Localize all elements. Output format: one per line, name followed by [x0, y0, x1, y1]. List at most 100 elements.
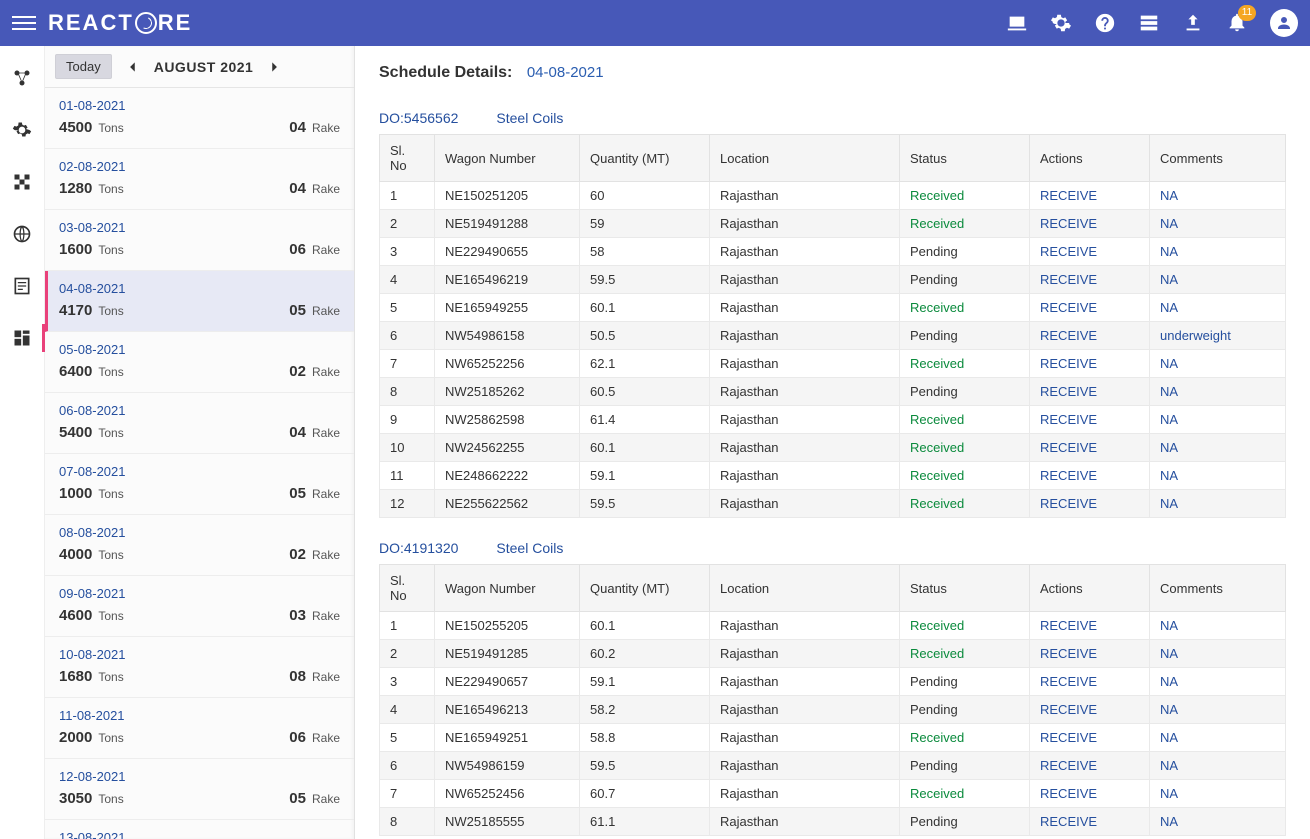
laptop-icon[interactable] [1006, 12, 1028, 34]
date-list-item[interactable]: 07-08-20211000Tons05Rake [45, 454, 354, 515]
receive-action[interactable]: RECEIVE [1040, 496, 1097, 511]
receive-action[interactable]: RECEIVE [1040, 814, 1097, 829]
comment-link[interactable]: NA [1160, 272, 1178, 287]
date-list-item[interactable]: 08-08-20214000Tons02Rake [45, 515, 354, 576]
comment-link[interactable]: NA [1160, 244, 1178, 259]
date-item-rake: 03 [289, 607, 306, 624]
receive-action[interactable]: RECEIVE [1040, 468, 1097, 483]
receive-action[interactable]: RECEIVE [1040, 758, 1097, 773]
rail-item-settings[interactable] [0, 116, 44, 144]
table-row: 10NW2456225560.1RajasthanReceivedRECEIVE… [380, 434, 1286, 462]
notifications-button[interactable]: 11 [1226, 11, 1248, 36]
date-list-item[interactable]: 01-08-20214500Tons04Rake [45, 88, 354, 149]
date-list-item[interactable]: 06-08-20215400Tons04Rake [45, 393, 354, 454]
date-list-item[interactable]: 02-08-20211280Tons04Rake [45, 149, 354, 210]
comment-link[interactable]: NA [1160, 468, 1178, 483]
receive-action[interactable]: RECEIVE [1040, 328, 1097, 343]
receive-action[interactable]: RECEIVE [1040, 300, 1097, 315]
comment-link[interactable]: NA [1160, 758, 1178, 773]
order-do-number[interactable]: DO:4191320 [379, 540, 458, 556]
comment-link[interactable]: NA [1160, 730, 1178, 745]
comment-link[interactable]: NA [1160, 440, 1178, 455]
cell-location: Rajasthan [710, 640, 900, 668]
receive-action[interactable]: RECEIVE [1040, 702, 1097, 717]
date-list-item[interactable]: 11-08-20212000Tons06Rake [45, 698, 354, 759]
rail-item-grid[interactable] [0, 168, 44, 196]
chevron-right-icon [267, 60, 281, 74]
receive-action[interactable]: RECEIVE [1040, 674, 1097, 689]
rail-item-config[interactable] [0, 64, 44, 92]
comment-link[interactable]: NA [1160, 216, 1178, 231]
cell-slno: 4 [380, 266, 435, 294]
date-list-item[interactable]: 10-08-20211680Tons08Rake [45, 637, 354, 698]
order-product[interactable]: Steel Coils [496, 110, 563, 126]
date-list[interactable]: 01-08-20214500Tons04Rake02-08-20211280To… [45, 88, 354, 839]
cell-qty: 60.2 [580, 640, 710, 668]
cell-action: RECEIVE [1030, 780, 1150, 808]
order-product[interactable]: Steel Coils [496, 540, 563, 556]
cell-slno: 8 [380, 378, 435, 406]
receive-action[interactable]: RECEIVE [1040, 786, 1097, 801]
cell-location: Rajasthan [710, 182, 900, 210]
comment-link[interactable]: underweight [1160, 328, 1231, 343]
receive-action[interactable]: RECEIVE [1040, 646, 1097, 661]
menu-toggle-icon[interactable] [12, 11, 36, 35]
cell-status: Received [900, 780, 1030, 808]
date-list-item[interactable]: 04-08-20214170Tons05Rake [45, 271, 354, 332]
prev-month-button[interactable] [122, 56, 144, 78]
help-icon[interactable] [1094, 12, 1116, 34]
date-item-tons-label: Tons [98, 548, 123, 562]
comment-link[interactable]: NA [1160, 674, 1178, 689]
receive-action[interactable]: RECEIVE [1040, 216, 1097, 231]
document-icon [12, 276, 32, 296]
cell-action: RECEIVE [1030, 462, 1150, 490]
date-list-item[interactable]: 09-08-20214600Tons03Rake [45, 576, 354, 637]
date-list-item[interactable]: 03-08-20211600Tons06Rake [45, 210, 354, 271]
next-month-button[interactable] [263, 56, 285, 78]
date-list-item[interactable]: 13-08-20212300Tons08Rake [45, 820, 354, 839]
receive-action[interactable]: RECEIVE [1040, 356, 1097, 371]
table-row: 7NW6525245660.7RajasthanReceivedRECEIVEN… [380, 780, 1286, 808]
rail-item-globe[interactable] [0, 220, 44, 248]
receive-action[interactable]: RECEIVE [1040, 244, 1097, 259]
comment-link[interactable]: NA [1160, 384, 1178, 399]
comment-link[interactable]: NA [1160, 618, 1178, 633]
date-item-date: 04-08-2021 [59, 281, 340, 296]
comment-link[interactable]: NA [1160, 356, 1178, 371]
comment-link[interactable]: NA [1160, 300, 1178, 315]
receive-action[interactable]: RECEIVE [1040, 440, 1097, 455]
receive-action[interactable]: RECEIVE [1040, 384, 1097, 399]
receive-action[interactable]: RECEIVE [1040, 188, 1097, 203]
date-list-item[interactable]: 05-08-20216400Tons02Rake [45, 332, 354, 393]
receive-action[interactable]: RECEIVE [1040, 618, 1097, 633]
cell-action: RECEIVE [1030, 406, 1150, 434]
comment-link[interactable]: NA [1160, 412, 1178, 427]
cell-slno: 7 [380, 780, 435, 808]
upload-icon[interactable] [1182, 12, 1204, 34]
gear-icon[interactable] [1050, 12, 1072, 34]
receive-action[interactable]: RECEIVE [1040, 412, 1097, 427]
cell-qty: 61.4 [580, 406, 710, 434]
date-list-item[interactable]: 12-08-20213050Tons05Rake [45, 759, 354, 820]
order-do-number[interactable]: DO:5456562 [379, 110, 458, 126]
rail-item-report[interactable] [0, 272, 44, 300]
comment-link[interactable]: NA [1160, 188, 1178, 203]
today-button[interactable]: Today [55, 54, 112, 79]
rail-item-dashboard[interactable] [0, 324, 44, 352]
date-item-date: 05-08-2021 [59, 342, 340, 357]
cell-location: Rajasthan [710, 378, 900, 406]
user-avatar[interactable] [1270, 9, 1298, 37]
comment-link[interactable]: NA [1160, 814, 1178, 829]
cell-action: RECEIVE [1030, 752, 1150, 780]
brand-logo[interactable]: REACT RE [48, 10, 192, 36]
receive-action[interactable]: RECEIVE [1040, 272, 1097, 287]
comment-link[interactable]: NA [1160, 496, 1178, 511]
table-header-cell: Actions [1030, 565, 1150, 612]
stacked-icon[interactable] [1138, 12, 1160, 34]
comment-link[interactable]: NA [1160, 786, 1178, 801]
comment-link[interactable]: NA [1160, 702, 1178, 717]
cell-qty: 58.8 [580, 724, 710, 752]
cell-location: Rajasthan [710, 210, 900, 238]
comment-link[interactable]: NA [1160, 646, 1178, 661]
receive-action[interactable]: RECEIVE [1040, 730, 1097, 745]
